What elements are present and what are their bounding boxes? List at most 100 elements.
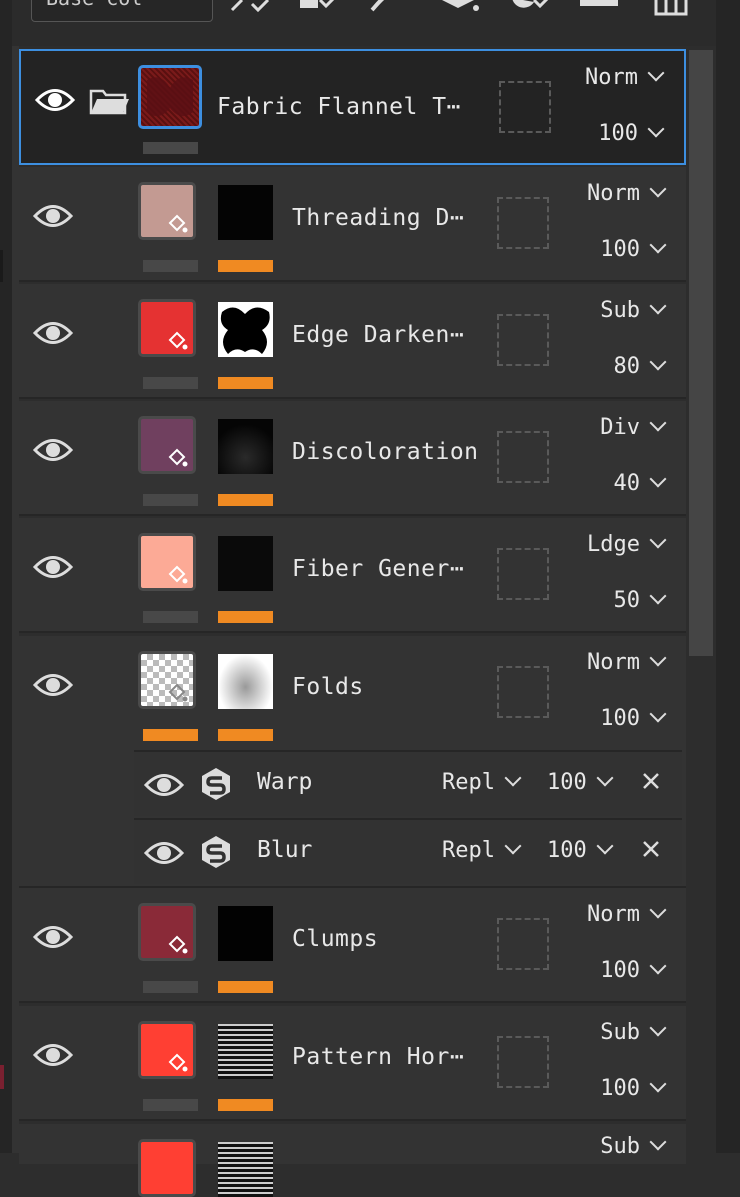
magic-wand-icon[interactable] — [228, 0, 272, 16]
scrollbar-thumb[interactable] — [689, 50, 713, 656]
fill-color-thumbnail[interactable] — [138, 533, 196, 591]
layer-mask-slot[interactable] — [499, 81, 551, 133]
folder-material-thumbnail[interactable] — [138, 65, 202, 129]
color-bar — [143, 1099, 198, 1111]
fill-color-thumbnail[interactable] — [138, 1021, 196, 1079]
chevron-down-icon — [596, 769, 614, 787]
blend-mode-dropdown[interactable]: Div — [600, 414, 667, 440]
fill-color-thumbnail[interactable] — [138, 651, 196, 709]
layer-mask-slot[interactable] — [497, 548, 549, 600]
layer-name[interactable]: Edge Darken⋯ — [292, 322, 464, 348]
eye-icon[interactable] — [33, 437, 73, 463]
layer-mask-thumbnail[interactable] — [218, 906, 273, 961]
layer-mask-thumbnail[interactable] — [218, 1024, 273, 1079]
fill-color-thumbnail[interactable] — [138, 299, 196, 357]
brush-icon[interactable] — [368, 0, 392, 16]
blend-mode-dropdown[interactable]: Sub — [600, 297, 667, 323]
layer-mask-slot[interactable] — [497, 666, 549, 718]
opacity-dropdown[interactable]: 100 — [600, 1075, 667, 1101]
layer-name[interactable]: Pattern Hor⋯ — [292, 1044, 464, 1070]
eye-icon[interactable] — [35, 87, 75, 113]
chevron-down-icon — [649, 1019, 667, 1037]
layer-mask-thumbnail[interactable] — [218, 654, 273, 709]
blend-mode-dropdown[interactable]: Norm — [587, 901, 667, 927]
opacity-dropdown[interactable]: 100 — [600, 705, 667, 731]
layer-mask-slot[interactable] — [497, 314, 549, 366]
filter-opacity-dropdown[interactable]: 100 — [547, 837, 614, 863]
mask-icon[interactable] — [510, 0, 556, 16]
layer-partial[interactable]: Sub — [19, 1124, 686, 1197]
chevron-down-icon — [649, 180, 667, 198]
eye-icon[interactable] — [33, 924, 73, 950]
blend-mode-dropdown[interactable]: Norm — [585, 64, 665, 90]
blend-mode-dropdown[interactable]: Sub — [600, 1133, 667, 1159]
eye-icon[interactable] — [144, 840, 184, 866]
fill-color-thumbnail[interactable] — [138, 1139, 196, 1197]
layer-mask-thumbnail[interactable] — [218, 302, 273, 357]
chevron-down-icon — [647, 120, 665, 138]
close-icon[interactable] — [640, 838, 662, 860]
chevron-down-icon — [649, 531, 667, 549]
layer-mask-thumbnail[interactable] — [218, 1142, 273, 1197]
eye-icon[interactable] — [33, 672, 73, 698]
layer-name[interactable]: Folds — [292, 674, 364, 700]
layer-mask-thumbnail[interactable] — [218, 419, 273, 474]
layer-mask-thumbnail[interactable] — [218, 536, 273, 591]
blend-mode-dropdown[interactable]: Sub — [600, 1019, 667, 1045]
eye-icon[interactable] — [33, 203, 73, 229]
filter-row-warp[interactable]: Warp Repl 100 — [134, 750, 682, 816]
opacity-dropdown[interactable]: 100 — [598, 120, 665, 146]
delete-icon[interactable] — [654, 0, 688, 16]
paint-bucket-icon — [168, 683, 188, 702]
layer-fiber-generator[interactable]: Fiber Gener⋯ Ldge 50 — [19, 518, 686, 633]
eye-icon[interactable] — [33, 320, 73, 346]
layer-name[interactable]: Fabric Flannel T⋯ — [217, 94, 461, 120]
layer-folder-fabric[interactable]: Fabric Flannel T⋯ Norm 100 — [19, 49, 686, 165]
preset-dropdown[interactable]: Base col — [31, 0, 213, 22]
filter-row-blur[interactable]: Blur Repl 100 — [134, 818, 682, 884]
opacity-dropdown[interactable]: 50 — [614, 587, 667, 613]
layer-mask-slot[interactable] — [497, 918, 549, 970]
eye-icon[interactable] — [33, 554, 73, 580]
opacity-dropdown[interactable]: 100 — [600, 957, 667, 983]
fill-bucket-icon[interactable] — [440, 0, 482, 16]
blend-mode-dropdown[interactable]: Norm — [587, 180, 667, 206]
layer-clumps[interactable]: Clumps Norm 100 — [19, 888, 686, 1003]
layer-mask-slot[interactable] — [497, 1036, 549, 1088]
layer-name[interactable]: Discoloration — [292, 439, 479, 465]
layer-mask-thumbnail[interactable] — [218, 185, 273, 240]
fill-color-thumbnail[interactable] — [138, 903, 196, 961]
filter-blend-dropdown[interactable]: Repl — [442, 837, 522, 863]
chevron-down-icon — [647, 64, 665, 82]
layer-threading[interactable]: Threading D⋯ Norm 100 — [19, 167, 686, 282]
layer-edge-darken[interactable]: Edge Darken⋯ Sub 80 — [19, 284, 686, 399]
close-icon[interactable] — [640, 770, 662, 792]
layer-name[interactable]: Threading D⋯ — [292, 205, 464, 231]
color-bar — [143, 611, 198, 623]
eye-icon[interactable] — [144, 772, 184, 798]
color-bar — [143, 260, 198, 272]
opacity-dropdown[interactable]: 80 — [614, 353, 667, 379]
layer-name[interactable]: Fiber Gener⋯ — [292, 556, 464, 582]
fill-color-thumbnail[interactable] — [138, 416, 196, 474]
paint-bucket-icon — [168, 1053, 188, 1072]
blend-mode-dropdown[interactable]: Norm — [587, 649, 667, 675]
mask-bar — [218, 494, 273, 506]
layer-mask-slot[interactable] — [497, 431, 549, 483]
filter-blend-dropdown[interactable]: Repl — [442, 769, 522, 795]
opacity-dropdown[interactable]: 40 — [614, 470, 667, 496]
layer-discoloration[interactable]: Discoloration Div 40 — [19, 401, 686, 516]
eye-icon[interactable] — [33, 1042, 73, 1068]
folder-icon[interactable] — [89, 87, 129, 117]
fill-color-thumbnail[interactable] — [138, 182, 196, 240]
folder-add-icon[interactable] — [580, 0, 620, 16]
add-fill-layer-icon[interactable] — [298, 0, 344, 16]
color-bar — [143, 494, 198, 506]
layer-name[interactable]: Clumps — [292, 926, 378, 952]
layer-mask-slot[interactable] — [497, 197, 549, 249]
opacity-dropdown[interactable]: 100 — [600, 236, 667, 262]
blend-mode-dropdown[interactable]: Ldge — [587, 531, 667, 557]
layer-pattern-horizontal[interactable]: Pattern Hor⋯ Sub 100 — [19, 1006, 686, 1121]
paint-bucket-icon — [168, 565, 188, 584]
filter-opacity-dropdown[interactable]: 100 — [547, 769, 614, 795]
